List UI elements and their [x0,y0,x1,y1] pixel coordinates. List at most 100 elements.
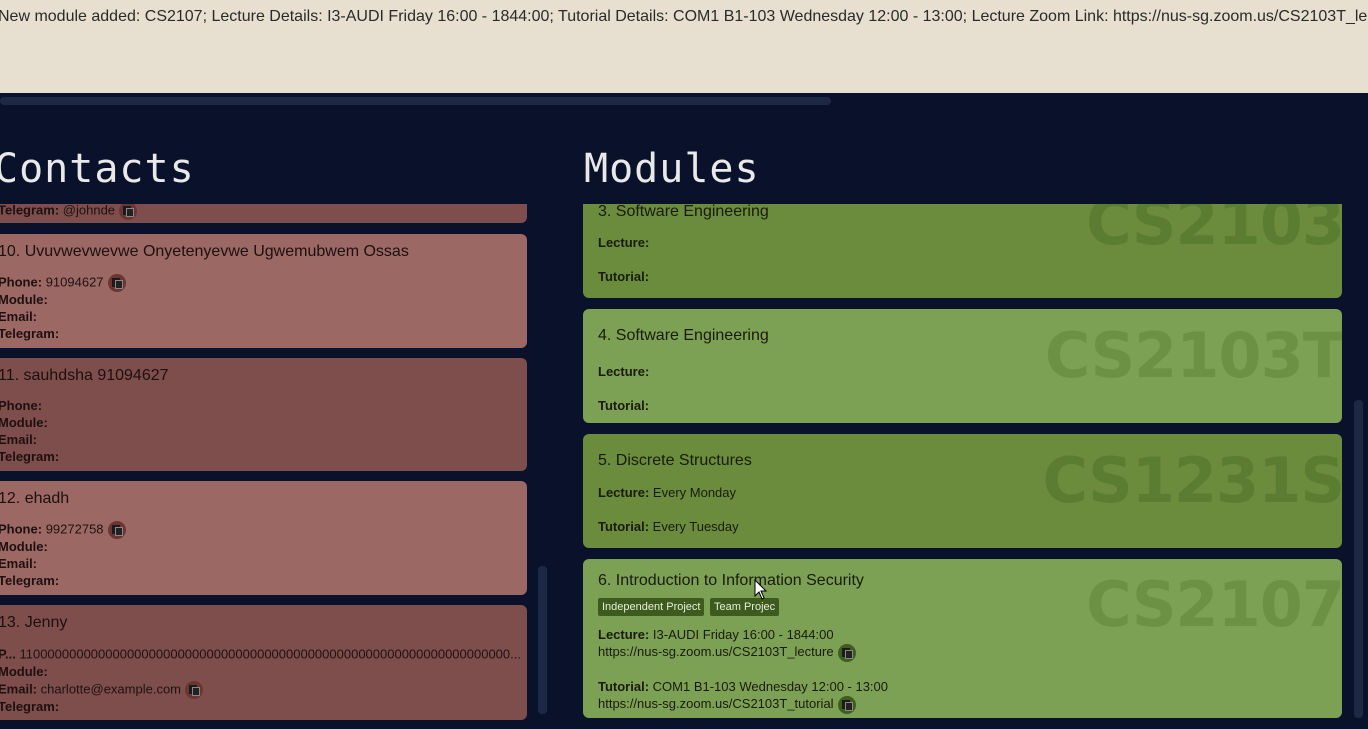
module-code: CS2103T [1044,319,1342,392]
contact-name: 12. ehadh [0,490,70,507]
lecture-label: Lecture: [598,235,650,250]
contact-card[interactable]: 12. ehadh Phone: 99272758 Module: Email:… [0,481,527,595]
module-card[interactable]: CS2107 6. Introduction to Information Se… [583,559,1342,718]
email-label: Email: [0,556,38,571]
module-row: Module: [0,664,48,680]
result-message: New module added: CS2107; Lecture Detail… [0,8,1368,25]
tutorial-row: Tutorial: [598,268,649,285]
tutorial-label: Tutorial: [598,519,650,534]
lecture-row: Lecture: I3-AUDI Friday 16:00 - 1844:00 [598,626,834,643]
email-row: Email: [0,432,37,448]
module-title: 5. Discrete Structures [598,452,752,469]
lecture-row: Lecture: [598,234,649,251]
phone-label: Phone: [0,521,43,537]
contact-list-scrollbar[interactable] [538,566,547,714]
horizontal-scrollbar[interactable] [0,97,831,105]
module-label: Module: [0,664,48,679]
email-row: Email: [0,556,37,572]
email-label: Email: [0,681,38,697]
phone-label: Phone: [0,274,43,290]
telegram-label: Telegram: [0,449,60,464]
email-row: Email: [0,309,37,325]
telegram-value: @johnde [62,204,116,218]
telegram-label: Telegram: [0,326,60,341]
lecture-link[interactable]: https://nus-sg.zoom.us/CS2103T_lecture [598,644,834,659]
telegram-row: Telegram: [0,699,59,715]
module-title: 4. Software Engineering [598,327,769,344]
phone-row: Phone: 91094627 [0,274,126,292]
phone-value: 91094627 [45,274,104,290]
module-code: CS2103 [1086,204,1342,259]
module-label: Module: [0,292,48,307]
phone-value: 1100000000000000000000000000000000000000… [19,646,521,662]
phone-value: 99272758 [45,521,104,537]
telegram-row: Telegram: [0,326,59,342]
module-list-scrollbar[interactable] [1354,400,1363,718]
module-card[interactable]: CS2103T 4. Software Engineering Lecture:… [583,309,1342,423]
telegram-row: Telegram: [0,449,59,465]
phone-label: Phone: [0,398,43,413]
telegram-label: Telegram: [0,699,60,714]
tutorial-value: COM1 B1-103 Wednesday 12:00 - 13:00 [652,679,889,694]
tutorial-label: Tutorial: [598,269,650,284]
contact-list[interactable]: Telegram: @johnde 10. Uvuvwevwevwe Onyet… [0,204,528,729]
email-label: Email: [0,309,38,324]
lecture-label: Lecture: [598,485,650,500]
phone-row: Phone: [0,398,42,414]
module-row: Module: [0,292,48,308]
lecture-row: Lecture: Every Monday [598,484,736,501]
tutorial-row: Tutorial: [598,397,649,414]
email-label: Email: [0,432,38,447]
lecture-label: Lecture: [598,364,650,379]
tutorial-link-row: https://nus-sg.zoom.us/CS2103T_tutorial [598,695,856,714]
contact-card[interactable]: Telegram: @johnde [0,204,527,223]
module-row: Module: [0,415,48,431]
email-value: charlotte@example.com [40,681,182,697]
lecture-row: Lecture: [598,363,649,380]
lecture-label: Lecture: [598,627,650,642]
module-label: Module: [0,415,48,430]
tutorial-label: Tutorial: [598,679,650,694]
module-title: 6. Introduction to Information Security [598,572,864,589]
tutorial-link[interactable]: https://nus-sg.zoom.us/CS2103T_tutorial [598,696,834,711]
module-code: CS1231S [1042,444,1342,517]
module-row: Module: [0,539,48,555]
telegram-label: Telegram: [0,204,60,218]
contact-name: 13. Jenny [0,614,68,631]
tutorial-label: Tutorial: [598,398,650,413]
lecture-value: I3-AUDI Friday 16:00 - 1844:00 [652,627,834,642]
contacts-title: Contacts [0,146,195,192]
module-label: Module: [0,539,48,554]
contact-card[interactable]: 11. sauhdsha 91094627 Phone: Module: Ema… [0,358,527,471]
tutorial-row: Tutorial: COM1 B1-103 Wednesday 12:00 - … [598,678,888,695]
telegram-row: Telegram: @johnde [0,204,138,220]
module-card[interactable]: CS1231S 5. Discrete Structures Lecture: … [583,434,1342,548]
module-card[interactable]: CS2103 3. Software Engineering Lecture: … [583,204,1342,298]
contact-card[interactable]: 10. Uvuvwevwevwe Onyetenyevwe Ugwemubwem… [0,234,527,348]
module-code: CS2107 [1086,568,1342,641]
copy-icon[interactable] [107,274,126,292]
copy-icon[interactable] [119,204,138,220]
phone-row: Phone: 99272758 [0,521,126,539]
copy-icon[interactable] [837,643,856,662]
telegram-label: Telegram: [0,573,60,588]
copy-icon[interactable] [185,681,204,699]
tag-badge: Independent Project [598,598,705,616]
tutorial-value: Every Tuesday [652,519,739,534]
contact-card[interactable]: 13. Jenny P... 1100000000000000000000000… [0,605,527,720]
phone-row: P... 11000000000000000000000000000000000… [0,646,528,664]
modules-title: Modules [584,146,760,192]
lecture-link-row: https://nus-sg.zoom.us/CS2103T_lecture [598,643,856,662]
telegram-row: Telegram: [0,573,59,589]
contact-name: 11. sauhdsha 91094627 [0,367,169,384]
email-row: Email: charlotte@example.com [0,681,204,699]
copy-icon[interactable] [107,521,126,539]
copy-icon[interactable] [837,695,856,714]
module-list[interactable]: CS2103 3. Software Engineering Lecture: … [583,204,1343,729]
contact-name: 10. Uvuvwevwevwe Onyetenyevwe Ugwemubwem… [0,243,409,260]
result-display: New module added: CS2107; Lecture Detail… [0,0,1368,93]
tutorial-row: Tutorial: Every Tuesday [598,518,739,535]
phone-label: P... [0,646,16,662]
lecture-value: Every Monday [652,485,737,500]
module-title: 3. Software Engineering [598,204,769,220]
